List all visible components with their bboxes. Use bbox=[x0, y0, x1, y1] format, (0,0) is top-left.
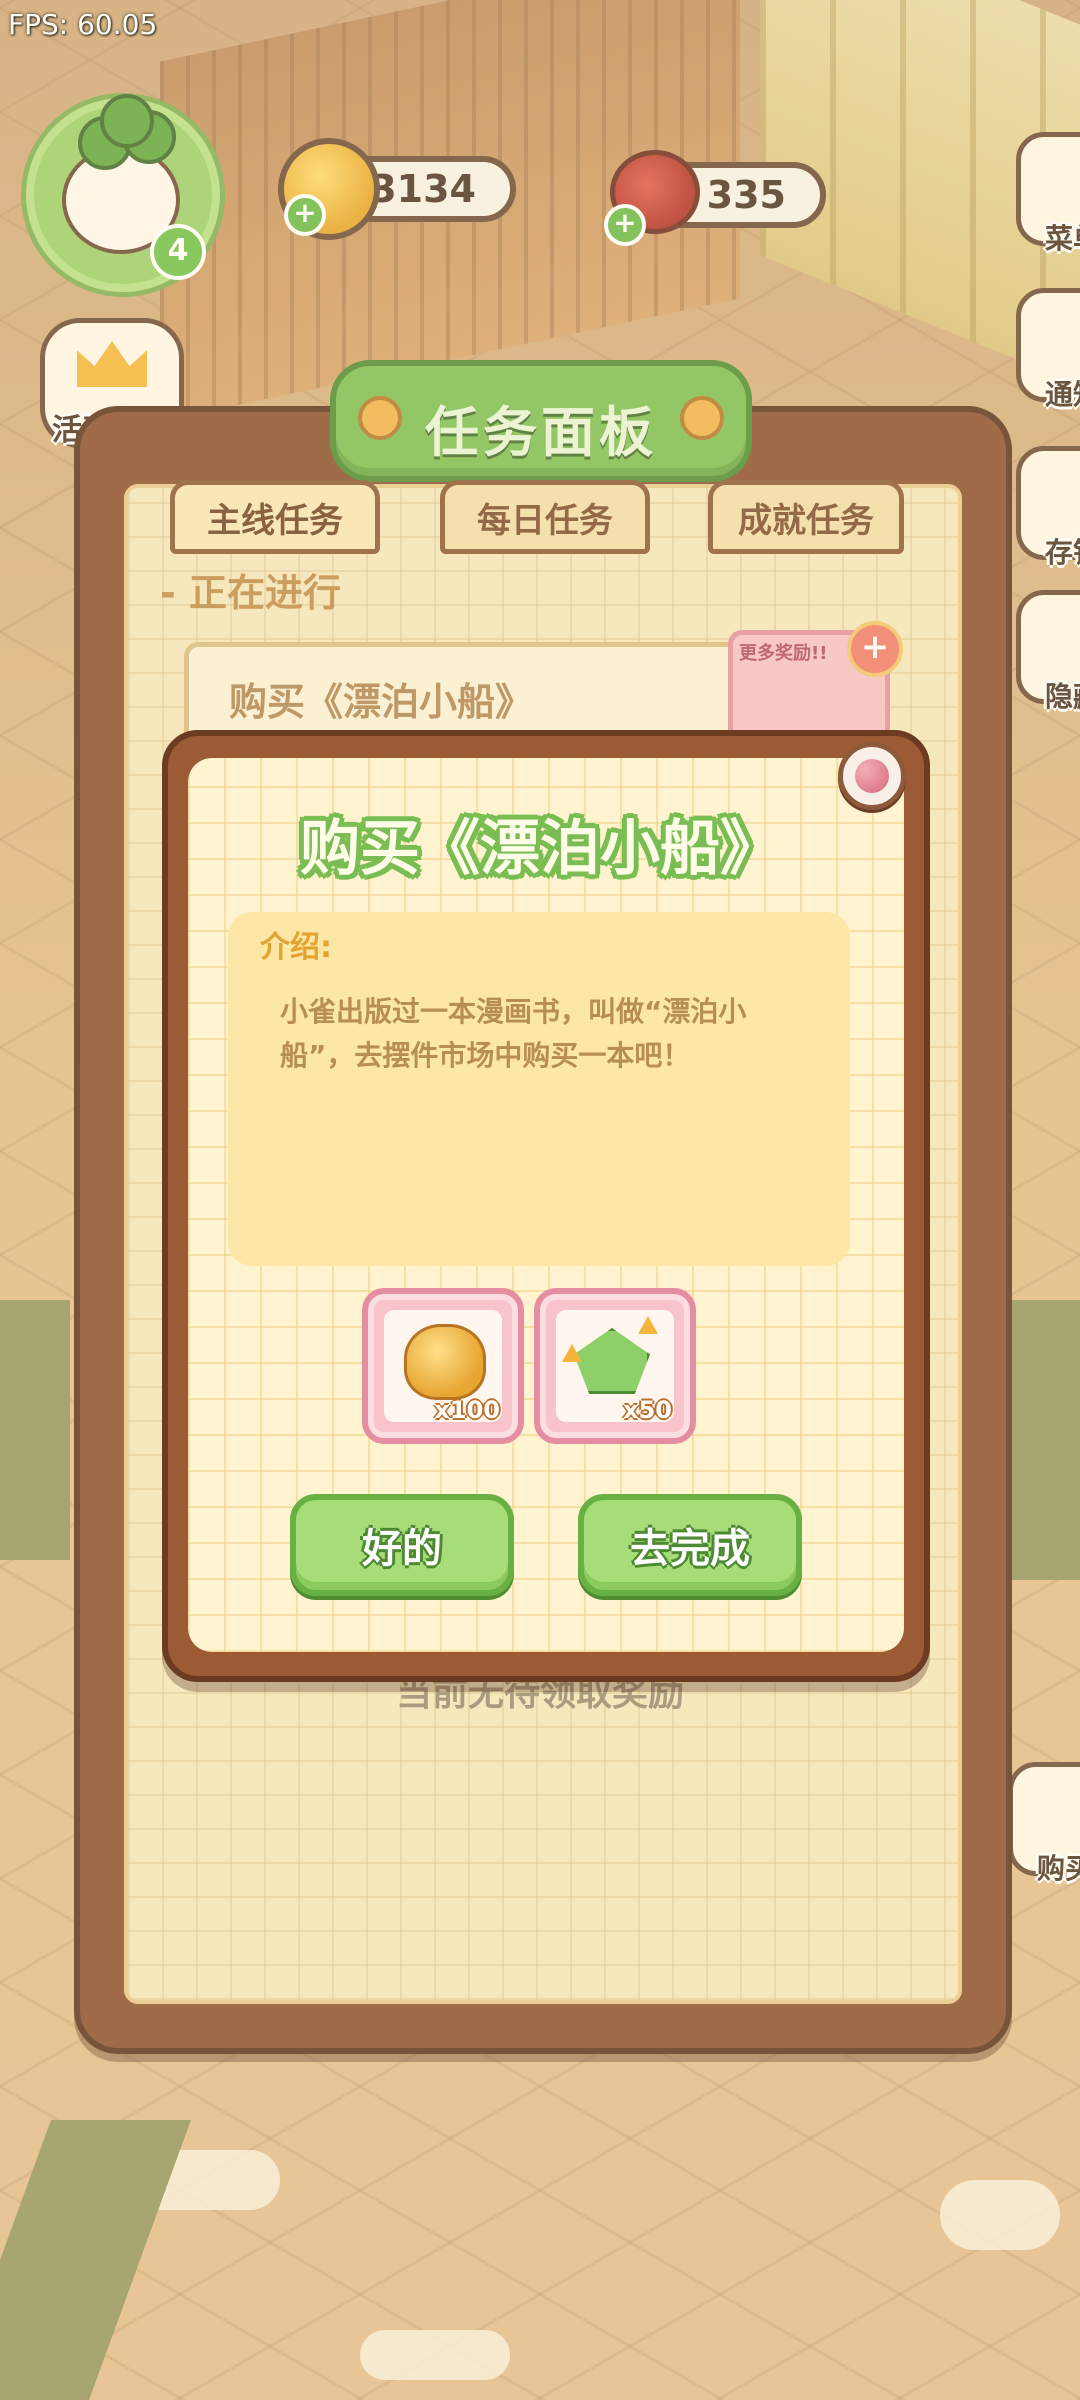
reward-quantity: x100 bbox=[434, 1396, 500, 1424]
description-text: 小雀出版过一本漫画书，叫做“漂泊小船”，去摆件市场中购买一本吧！ bbox=[280, 995, 747, 1072]
dialog-title: 购买《漂泊小船》 bbox=[300, 814, 780, 884]
reward-item-coins[interactable]: x100 bbox=[362, 1288, 524, 1444]
arrow-up-icon bbox=[638, 1316, 658, 1334]
ok-button[interactable]: 好的 bbox=[290, 1494, 514, 1596]
go-complete-button[interactable]: 去完成 bbox=[578, 1494, 802, 1596]
description-label: 介绍: bbox=[260, 930, 332, 965]
reward-quantity: x50 bbox=[623, 1396, 672, 1424]
arrow-up-icon bbox=[562, 1344, 582, 1362]
coin-pile-icon bbox=[404, 1324, 486, 1400]
reward-item-gem[interactable]: x50 bbox=[534, 1288, 696, 1444]
close-icon bbox=[855, 759, 889, 793]
